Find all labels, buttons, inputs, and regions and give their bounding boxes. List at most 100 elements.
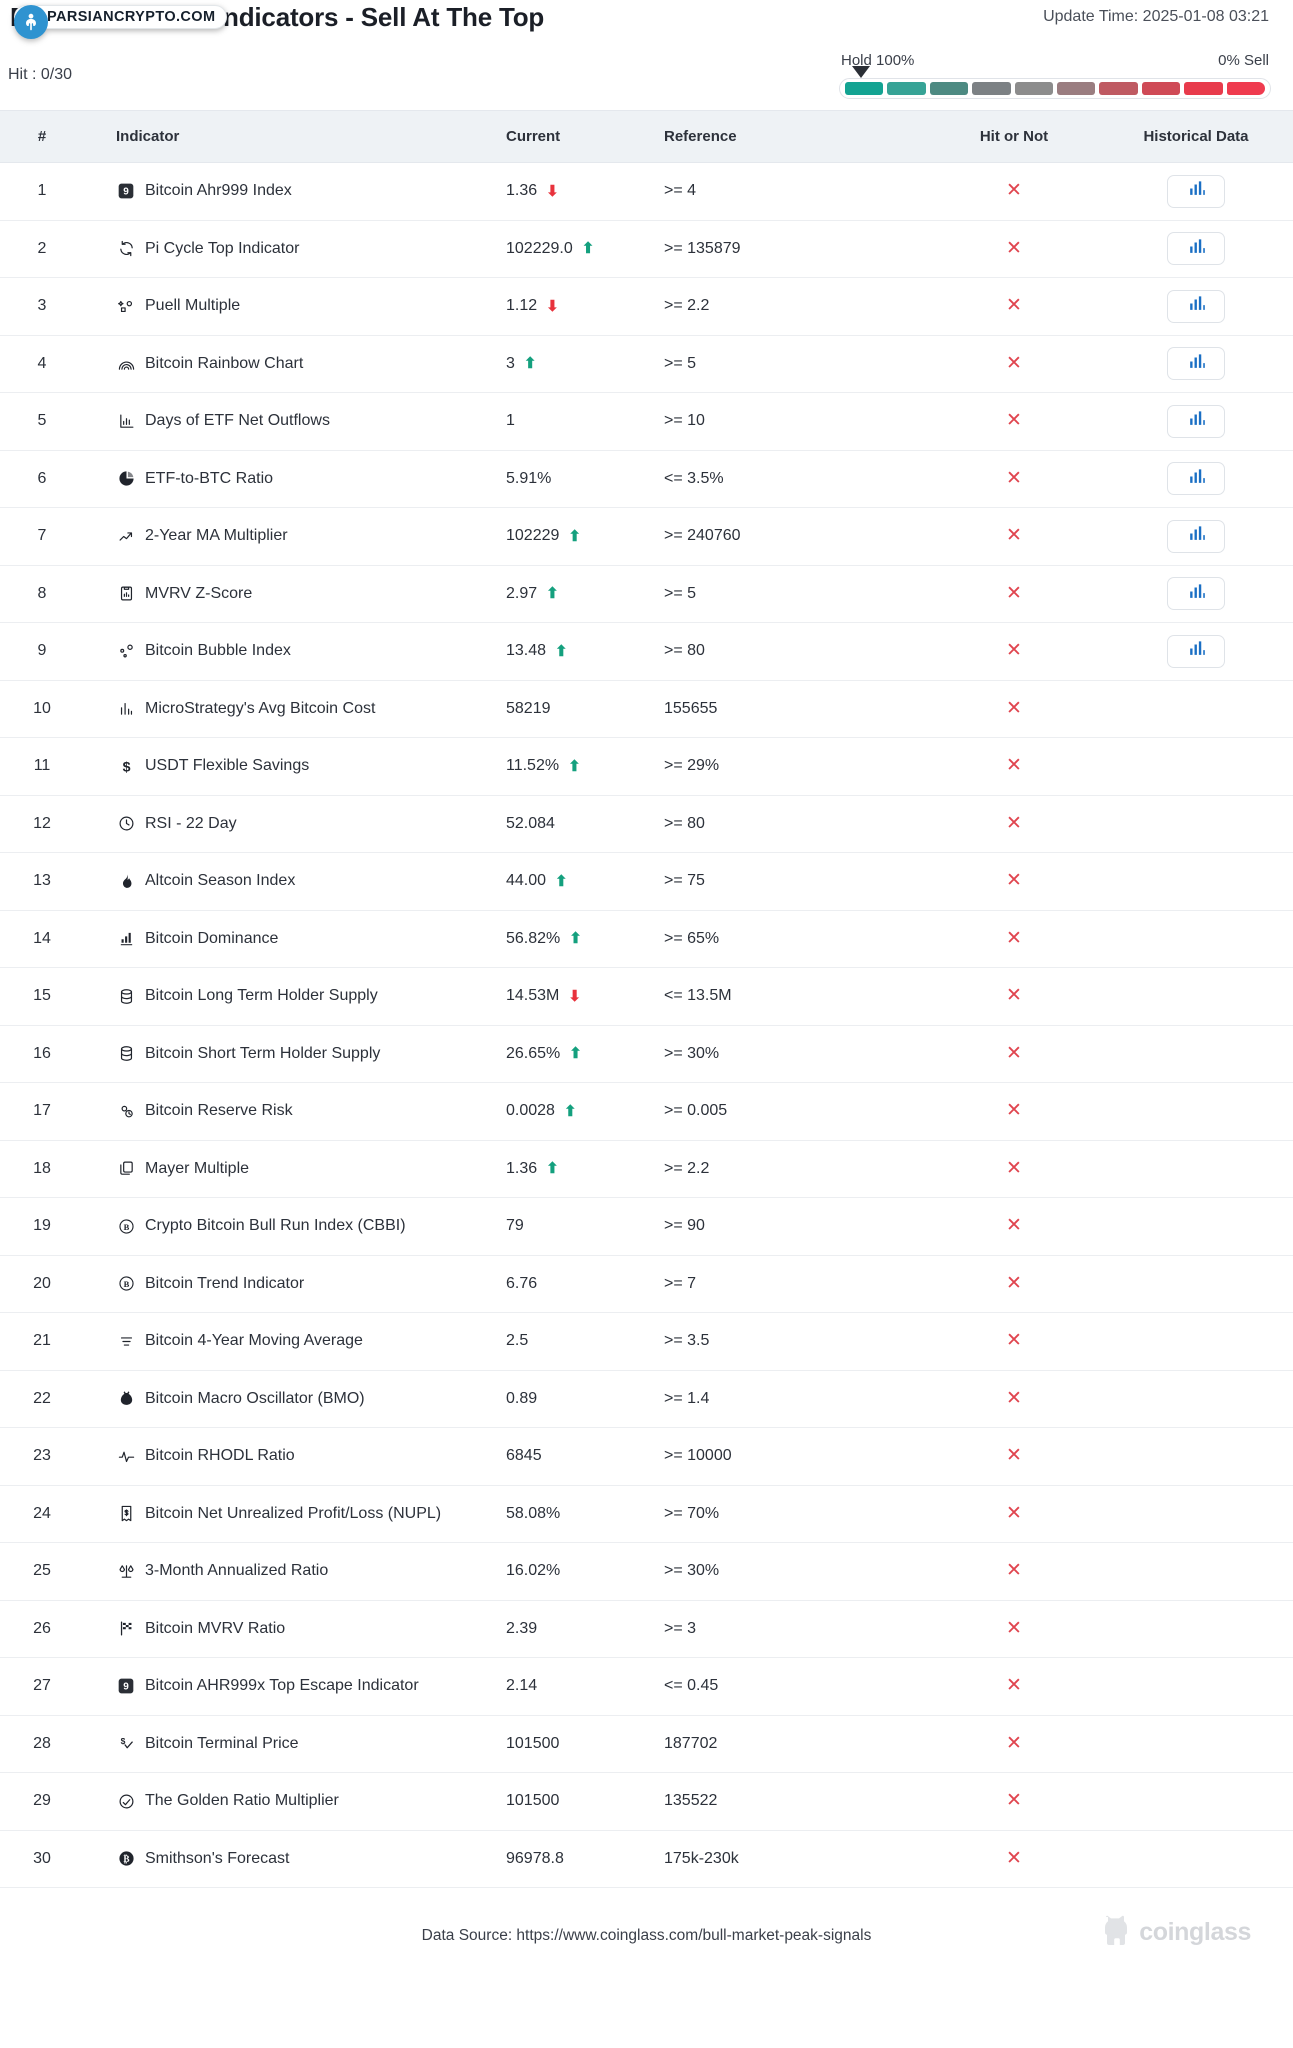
- reserve-risk-icon: [116, 1101, 136, 1121]
- current-value: 6845: [506, 1447, 542, 1465]
- update-time: Update Time: 2025-01-08 03:21: [1043, 8, 1269, 25]
- indicator-cell[interactable]: Bitcoin Rainbow Chart: [84, 335, 506, 393]
- reference-value: <= 3.5%: [664, 450, 929, 508]
- current-value: 16.02%: [506, 1562, 561, 1580]
- indicator-cell[interactable]: MVRV Z-Score: [84, 565, 506, 623]
- historical-data-button[interactable]: [1167, 462, 1225, 496]
- current-value: 3: [506, 354, 515, 372]
- hit-status-cell: ✕: [929, 680, 1099, 738]
- indicator-cell[interactable]: 3-Month Annualized Ratio: [84, 1542, 506, 1601]
- indicator-cell[interactable]: Bitcoin Net Unrealized Profit/Loss (NUPL…: [84, 1485, 506, 1543]
- historical-data-cell[interactable]: [1099, 565, 1293, 623]
- trend-up-icon: ⬆: [546, 585, 559, 603]
- x-mark-icon: ✕: [1006, 1100, 1022, 1122]
- indicator-cell[interactable]: B Crypto Bitcoin Bull Run Index (CBBI): [84, 1197, 506, 1256]
- gauge-track: [839, 66, 1271, 99]
- x-mark-icon: ✕: [1006, 755, 1022, 777]
- table-row: 16 Bitcoin Short Term Holder Supply 26.65%…: [0, 1025, 1293, 1083]
- historical-data-button[interactable]: [1167, 289, 1225, 323]
- indicator-cell[interactable]: ₿ Smithson's Forecast: [84, 1830, 506, 1888]
- indicator-cell[interactable]: RSI - 22 Day: [84, 795, 506, 853]
- indicator-cell[interactable]: Puell Multiple: [84, 277, 506, 336]
- row-number: 4: [0, 335, 84, 393]
- historical-data-cell[interactable]: [1099, 335, 1293, 393]
- indicator-cell[interactable]: Bitcoin Reserve Risk: [84, 1082, 506, 1141]
- indicator-cell[interactable]: Mayer Multiple: [84, 1140, 506, 1198]
- indicator-cell[interactable]: B Bitcoin Trend Indicator: [84, 1255, 506, 1313]
- historical-data-button[interactable]: [1167, 232, 1225, 266]
- historical-data-cell[interactable]: [1099, 220, 1293, 278]
- ahr999-badge-icon: 9: [116, 181, 136, 201]
- indicator-cell[interactable]: Pi Cycle Top Indicator: [84, 220, 506, 278]
- historical-data-cell[interactable]: [1099, 622, 1293, 681]
- historical-data-button[interactable]: [1167, 404, 1225, 438]
- current-value-cell: 13.48 ⬆: [506, 622, 664, 681]
- bar-chart-icon: [1187, 294, 1206, 318]
- indicator-name: 2-Year MA Multiplier: [145, 527, 288, 545]
- indicator-cell[interactable]: ETF-to-BTC Ratio: [84, 450, 506, 508]
- indicator-name: USDT Flexible Savings: [145, 757, 310, 775]
- bar-chart-icon: [1187, 237, 1206, 261]
- indicator-cell[interactable]: Bitcoin RHODL Ratio: [84, 1427, 506, 1486]
- hit-status-cell: ✕: [929, 1025, 1099, 1083]
- summary-bar: Hit : 0/30 Hold 100% 0% Sell: [0, 52, 1293, 110]
- x-mark-icon: ✕: [1006, 697, 1022, 719]
- indicator-cell[interactable]: MicroStrategy's Avg Bitcoin Cost: [84, 680, 506, 738]
- historical-data-cell[interactable]: [1099, 277, 1293, 336]
- current-value-cell: 58.08%: [506, 1485, 664, 1543]
- indicator-cell[interactable]: Days of ETF Net Outflows: [84, 392, 506, 451]
- gauge-segment-7: [1099, 82, 1138, 95]
- coinglass-mascot-icon: [1100, 1914, 1130, 1951]
- bar-chart-icon: [1187, 409, 1206, 433]
- current-value: 14.53M: [506, 987, 560, 1005]
- table-row: 5 Days of ETF Net Outflows 1 >= 10 ✕: [0, 392, 1293, 451]
- hit-status-cell: ✕: [929, 565, 1099, 623]
- indicator-cell[interactable]: Bitcoin Short Term Holder Supply: [84, 1025, 506, 1083]
- historical-data-button[interactable]: [1167, 347, 1225, 381]
- indicator-cell[interactable]: Bitcoin Dominance: [84, 910, 506, 968]
- historical-data-button[interactable]: [1167, 577, 1225, 611]
- table-row: 25 3-Month Annualized Ratio 16.02% >= 30% ✕: [0, 1542, 1293, 1601]
- x-mark-icon: ✕: [1006, 525, 1022, 547]
- historical-data-button[interactable]: [1167, 519, 1225, 553]
- indicator-cell[interactable]: 2-Year MA Multiplier: [84, 507, 506, 566]
- historical-data-cell: [1099, 1600, 1293, 1658]
- golden-ratio-icon: [116, 1791, 136, 1811]
- indicator-cell[interactable]: Bitcoin MVRV Ratio: [84, 1600, 506, 1658]
- historical-data-cell: [1099, 1025, 1293, 1083]
- historical-data-cell: [1099, 910, 1293, 968]
- indicator-cell[interactable]: Bitcoin Long Term Holder Supply: [84, 967, 506, 1026]
- indicator-name: Bitcoin Dominance: [145, 929, 279, 947]
- current-value-cell: 2.14: [506, 1657, 664, 1716]
- table-row: 15 Bitcoin Long Term Holder Supply 14.53M ⬇…: [0, 967, 1293, 1026]
- hit-status-cell: ✕: [929, 1370, 1099, 1428]
- indicator-cell[interactable]: The Golden Ratio Multiplier: [84, 1772, 506, 1831]
- hit-status-cell: ✕: [929, 507, 1099, 566]
- reference-value: >= 29%: [664, 737, 929, 796]
- reference-value: >= 5: [664, 335, 929, 393]
- column-header-current: Current: [506, 110, 664, 163]
- historical-data-cell[interactable]: [1099, 162, 1293, 221]
- indicator-name: Bitcoin Net Unrealized Profit/Loss (NUPL…: [145, 1504, 442, 1522]
- checkered-flag-icon: [116, 1619, 136, 1639]
- indicator-cell[interactable]: $ Bitcoin Terminal Price: [84, 1715, 506, 1773]
- stacked-lines-icon: [116, 1331, 136, 1351]
- indicator-cell[interactable]: Bitcoin Bubble Index: [84, 622, 506, 681]
- indicator-cell[interactable]: $ USDT Flexible Savings: [84, 737, 506, 796]
- indicator-name: Crypto Bitcoin Bull Run Index (CBBI): [145, 1217, 406, 1235]
- indicator-cell[interactable]: 9 Bitcoin AHR999x Top Escape Indicator: [84, 1657, 506, 1716]
- bubble-nodes-icon: [116, 641, 136, 661]
- current-value: 0.0028: [506, 1102, 555, 1120]
- trend-up-icon: ⬆: [555, 872, 568, 890]
- indicator-cell[interactable]: Bitcoin 4-Year Moving Average: [84, 1312, 506, 1371]
- historical-data-cell[interactable]: [1099, 507, 1293, 566]
- indicator-cell[interactable]: Altcoin Season Index: [84, 852, 506, 911]
- indicator-cell[interactable]: 9 Bitcoin Ahr999 Index: [84, 162, 506, 221]
- clipboard-chart-icon: [116, 584, 136, 604]
- historical-data-cell[interactable]: [1099, 392, 1293, 451]
- indicator-cell[interactable]: Bitcoin Macro Oscillator (BMO): [84, 1370, 506, 1428]
- indicator-name: Bitcoin Ahr999 Index: [145, 182, 292, 200]
- historical-data-button[interactable]: [1167, 174, 1225, 208]
- historical-data-button[interactable]: [1167, 634, 1225, 668]
- historical-data-cell[interactable]: [1099, 450, 1293, 508]
